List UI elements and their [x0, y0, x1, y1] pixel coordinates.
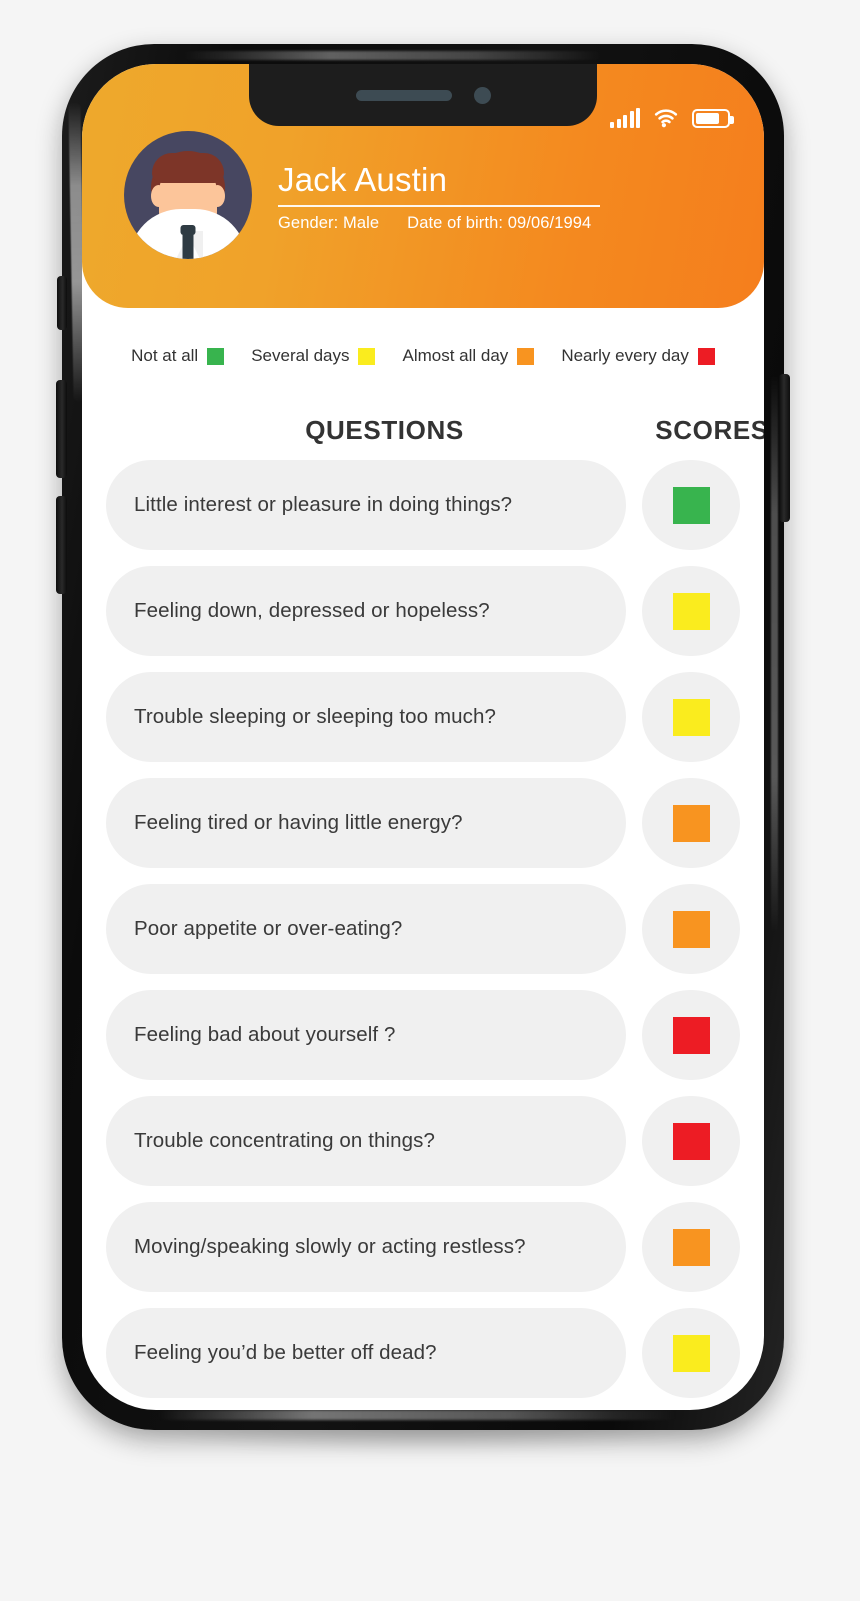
score-cell[interactable]	[642, 460, 740, 550]
score-color-chip	[672, 1122, 710, 1160]
patient-dob: Date of birth: 09/06/1994	[407, 213, 592, 232]
score-color-chip	[672, 1228, 710, 1266]
legend-color-swatch	[207, 347, 225, 365]
question-text: Feeling you’d be better off dead?	[134, 1341, 437, 1365]
score-cell[interactable]	[642, 778, 740, 868]
score-legend: Not at all Several days Almost all day Near…	[82, 346, 764, 366]
score-cell[interactable]	[642, 990, 740, 1080]
question-row: Trouble concentrating on things?	[106, 1096, 740, 1186]
score-color-chip	[672, 592, 710, 630]
question-text: Feeling tired or having little energy?	[134, 811, 463, 835]
question-pill[interactable]: Feeling tired or having little energy?	[106, 778, 626, 868]
score-color-chip	[672, 698, 710, 736]
score-color-chip	[672, 804, 710, 842]
wifi-icon	[654, 109, 678, 128]
score-color-chip	[672, 1334, 710, 1372]
score-cell[interactable]	[642, 1096, 740, 1186]
question-text: Poor appetite or over-eating?	[134, 917, 403, 941]
screenshot-stage: Jack Austin Gender: Male Date of birth: …	[0, 0, 860, 1601]
question-text: Feeling bad about yourself ?	[134, 1023, 396, 1047]
question-text: Trouble sleeping or sleeping too much?	[134, 705, 497, 729]
score-cell[interactable]	[642, 1202, 740, 1292]
question-pill[interactable]: Trouble sleeping or sleeping too much?	[106, 672, 626, 762]
question-pill[interactable]: Little interest or pleasure in doing thi…	[106, 460, 626, 550]
cellular-signal-icon	[610, 108, 640, 128]
question-pill[interactable]: Trouble concentrating on things?	[106, 1096, 626, 1186]
question-row: Feeling tired or having little energy?	[106, 778, 740, 868]
question-text: Trouble concentrating on things?	[134, 1129, 436, 1153]
score-cell[interactable]	[642, 1308, 740, 1398]
battery-icon	[692, 109, 734, 128]
legend-item: Not at all	[131, 346, 225, 366]
legend-color-swatch	[358, 347, 376, 365]
legend-label: Not at all	[131, 346, 199, 365]
power-button[interactable]	[779, 374, 790, 522]
speaker-grille-icon	[355, 89, 452, 101]
question-pill[interactable]: Feeling bad about yourself ?	[106, 990, 626, 1080]
legend-label: Almost all day	[402, 346, 509, 365]
question-text: Little interest or pleasure in doing thi…	[134, 493, 513, 517]
score-cell[interactable]	[642, 566, 740, 656]
bezel-highlight-right	[771, 374, 778, 934]
volume-down-button[interactable]	[56, 496, 67, 594]
legend-label: Several days	[251, 346, 350, 365]
question-row: Trouble sleeping or sleeping too much?	[106, 672, 740, 762]
question-row: Feeling you’d be better off dead?	[106, 1308, 740, 1398]
avatar-tie	[182, 231, 194, 259]
front-camera-icon	[473, 86, 491, 104]
legend-item: Nearly every day	[561, 346, 715, 366]
avatar-tie-knot	[180, 225, 196, 235]
bezel-highlight-top	[182, 51, 602, 60]
bezel-highlight-bottom	[157, 1410, 677, 1420]
patient-gender: Gender: Male	[278, 213, 380, 232]
status-bar	[610, 108, 734, 128]
avatar-shirt	[129, 209, 247, 259]
patient-meta: Gender: Male Date of birth: 09/06/1994	[278, 214, 600, 233]
question-pill[interactable]: Moving/speaking slowly or acting restles…	[106, 1202, 626, 1292]
question-row: Moving/speaking slowly or acting restles…	[106, 1202, 740, 1292]
score-color-chip	[672, 1016, 710, 1054]
questionnaire-list: Little interest or pleasure in doing thi…	[82, 460, 764, 1398]
silent-switch-button[interactable]	[57, 276, 67, 330]
question-row: Feeling bad about yourself ?	[106, 990, 740, 1080]
score-cell[interactable]	[642, 884, 740, 974]
patient-name: Jack Austin	[278, 161, 448, 199]
name-divider	[278, 204, 600, 207]
volume-up-button[interactable]	[56, 380, 67, 478]
questions-column-heading: QUESTIONS	[305, 415, 464, 445]
question-row: Little interest or pleasure in doing thi…	[106, 460, 740, 550]
user-avatar-icon	[124, 131, 252, 259]
legend-color-swatch	[517, 347, 535, 365]
profile-info: Jack Austin Gender: Male Date of birth: …	[278, 161, 600, 233]
battery-level-fill	[696, 113, 720, 124]
question-pill[interactable]: Feeling you’d be better off dead?	[106, 1308, 626, 1398]
phone-device-frame: Jack Austin Gender: Male Date of birth: …	[56, 44, 790, 1430]
question-row: Feeling down, depressed or hopeless?	[106, 566, 740, 656]
phone-screen: Jack Austin Gender: Male Date of birth: …	[82, 64, 764, 1410]
legend-item: Almost all day	[402, 346, 535, 366]
phone-notch	[249, 64, 597, 126]
legend-color-swatch	[697, 347, 715, 365]
question-text: Moving/speaking slowly or acting restles…	[134, 1235, 526, 1259]
question-text: Feeling down, depressed or hopeless?	[134, 599, 490, 623]
scores-column-heading: SCORES	[655, 415, 764, 445]
score-color-chip	[672, 910, 710, 948]
legend-item: Several days	[251, 346, 376, 366]
score-color-chip	[672, 486, 710, 524]
legend-label: Nearly every day	[561, 346, 689, 365]
question-row: Poor appetite or over-eating?	[106, 884, 740, 974]
avatar-fringe	[152, 153, 224, 183]
question-pill[interactable]: Feeling down, depressed or hopeless?	[106, 566, 626, 656]
question-pill[interactable]: Poor appetite or over-eating?	[106, 884, 626, 974]
score-cell[interactable]	[642, 672, 740, 762]
